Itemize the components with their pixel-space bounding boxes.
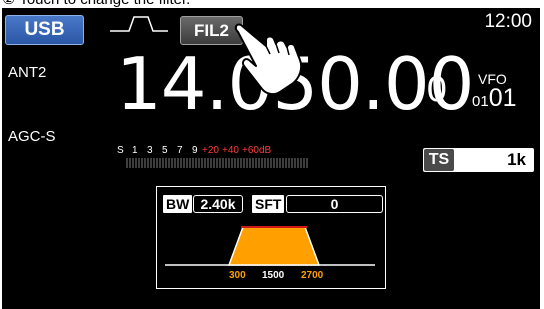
s-meter-scale-1: 1: [132, 145, 138, 156]
s-meter-s-label: S: [117, 145, 124, 156]
s-meter-scale-7: 7: [177, 145, 183, 156]
passband-settings-row: BW 2.40k SFT 0: [163, 195, 383, 213]
s-meter-scale-5: 5: [162, 145, 168, 156]
s-meter-over-40: +40: [222, 145, 239, 156]
sft-value[interactable]: 0: [286, 195, 383, 213]
filter-passband-panel: BW 2.40k SFT 0 300 1500 2700: [156, 186, 386, 289]
passband-high-edge: 2700: [301, 270, 324, 281]
passband-low-edge: 300: [229, 270, 246, 281]
passband-graph: 300 1500 2700: [165, 226, 375, 281]
s-meter-ticks: [126, 158, 308, 168]
frequency-last-digit: 0: [426, 70, 448, 110]
tuning-step-button[interactable]: TS 1k: [423, 148, 534, 172]
vfo-memory-number[interactable]: 0101: [472, 84, 517, 113]
agc-indicator[interactable]: AGC-S: [8, 128, 56, 145]
passband-shape: [227, 226, 321, 266]
bw-label: BW: [163, 195, 193, 213]
caption: ② Touch to change the filter.: [0, 0, 544, 8]
s-meter-scale-3: 3: [147, 145, 153, 156]
sft-label: SFT: [252, 195, 285, 213]
passband-center-freq: 1500: [262, 270, 285, 281]
bw-value[interactable]: 2.40k: [193, 195, 243, 213]
pointing-hand-icon: [234, 23, 303, 96]
s-meter-scale-9: 9: [192, 145, 198, 156]
antenna-indicator[interactable]: ANT2: [8, 64, 46, 81]
s-meter-over-20: +20: [202, 145, 219, 156]
clock: 12:00: [484, 11, 532, 32]
filter-shape-icon: [110, 16, 168, 32]
radio-display: USB FIL2 12:00 ANT2 AGC-S 14.050.00 0 VF…: [2, 8, 540, 309]
mode-button[interactable]: USB: [5, 15, 84, 45]
s-meter-over-60: +60dB: [242, 145, 272, 156]
vfo-big-digits: 01: [488, 84, 517, 112]
s-meter: S 1 3 5 7 9 +20 +40 +60dB: [117, 145, 308, 168]
tuning-step-value: 1k: [507, 150, 526, 169]
vfo-small-digits: 01: [472, 93, 489, 110]
caption-text: ② Touch to change the filter.: [2, 0, 190, 8]
tuning-step-label: TS: [424, 149, 454, 171]
